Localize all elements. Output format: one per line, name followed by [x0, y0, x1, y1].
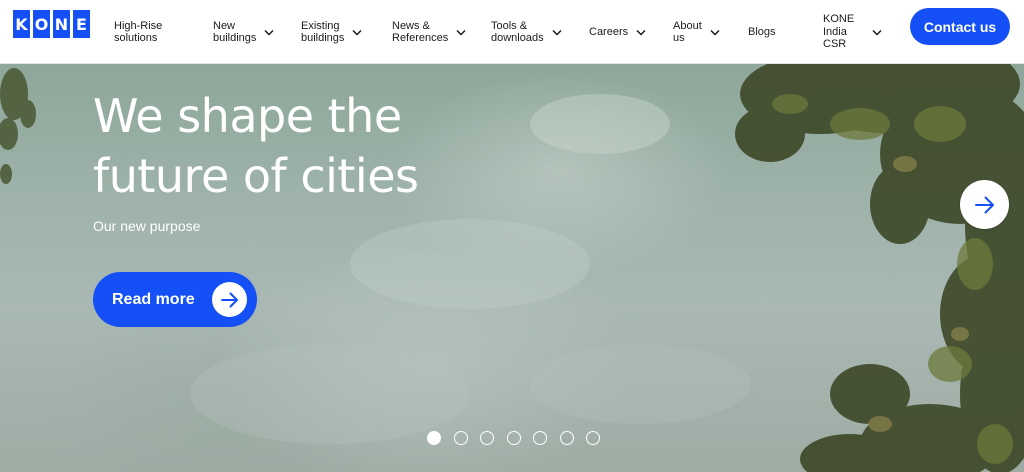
logo-letter-e: E: [73, 10, 90, 38]
nav-item-label: High-Rise solutions: [114, 19, 163, 45]
chevron-down-icon: [636, 29, 646, 36]
hero-subtitle: Our new purpose: [93, 218, 201, 234]
carousel-next-button[interactable]: [960, 180, 1009, 229]
logo-letter-o: O: [33, 10, 50, 38]
nav-item-label: News & References: [392, 19, 449, 45]
chevron-down-icon: [456, 29, 466, 36]
nav-item-label: Blogs: [748, 25, 776, 38]
carousel-pagination: [427, 431, 600, 445]
carousel-dot-4[interactable]: [506, 431, 521, 445]
nav-item-blogs[interactable]: Blogs: [748, 0, 776, 64]
chevron-down-icon: [264, 29, 274, 36]
carousel-dot-5[interactable]: [533, 431, 547, 445]
hero-title: We shape the future of cities: [93, 89, 419, 203]
logo-letter-n: N: [53, 10, 70, 38]
arrow-right-icon: [220, 292, 238, 307]
nav-item-label: About us: [673, 19, 702, 45]
nav-item-label: Careers: [589, 25, 629, 38]
carousel-dot-3[interactable]: [480, 431, 494, 445]
arrow-right-icon: [974, 196, 994, 213]
nav-item-about-us[interactable]: About us: [673, 0, 720, 64]
nav-item-existing-buildings[interactable]: Existing buildings: [301, 0, 362, 64]
carousel-dot-7[interactable]: [586, 431, 600, 445]
nav-item-new-buildings[interactable]: New buildings: [213, 0, 274, 64]
nav-item-news-references[interactable]: News & References: [392, 0, 466, 64]
read-more-label: Read more: [112, 290, 195, 308]
hero-carousel: We shape the future of cities Our new pu…: [0, 64, 1024, 472]
carousel-dot-6[interactable]: [559, 431, 574, 445]
nav-item-careers[interactable]: Careers: [589, 0, 646, 64]
nav-item-tools-downloads[interactable]: Tools & downloads: [491, 0, 562, 64]
carousel-dot-2[interactable]: [453, 431, 468, 445]
chevron-down-icon: [710, 29, 720, 36]
nav-item-high-rise-solutions[interactable]: High-Rise solutions: [114, 0, 162, 64]
nav-item-label: Existing buildings: [301, 19, 345, 45]
chevron-down-icon: [872, 29, 882, 36]
chevron-down-icon: [552, 29, 562, 36]
chevron-down-icon: [352, 29, 362, 36]
carousel-dot-1[interactable]: [427, 431, 441, 445]
read-more-button[interactable]: Read more: [93, 272, 257, 327]
nav-item-kone-india-csr[interactable]: KONE India CSR: [823, 0, 882, 64]
kone-logo[interactable]: K O N E: [13, 10, 90, 38]
nav-item-label: Tools & downloads: [491, 19, 544, 45]
read-more-arrow-circle: [212, 282, 247, 317]
contact-us-button[interactable]: Contact us: [910, 8, 1010, 45]
logo-letter-k: K: [13, 10, 30, 38]
site-header: K O N E High-Rise solutions New building…: [0, 0, 1024, 64]
nav-item-label: New buildings: [213, 19, 257, 45]
nav-item-label: KONE India CSR: [823, 13, 855, 51]
